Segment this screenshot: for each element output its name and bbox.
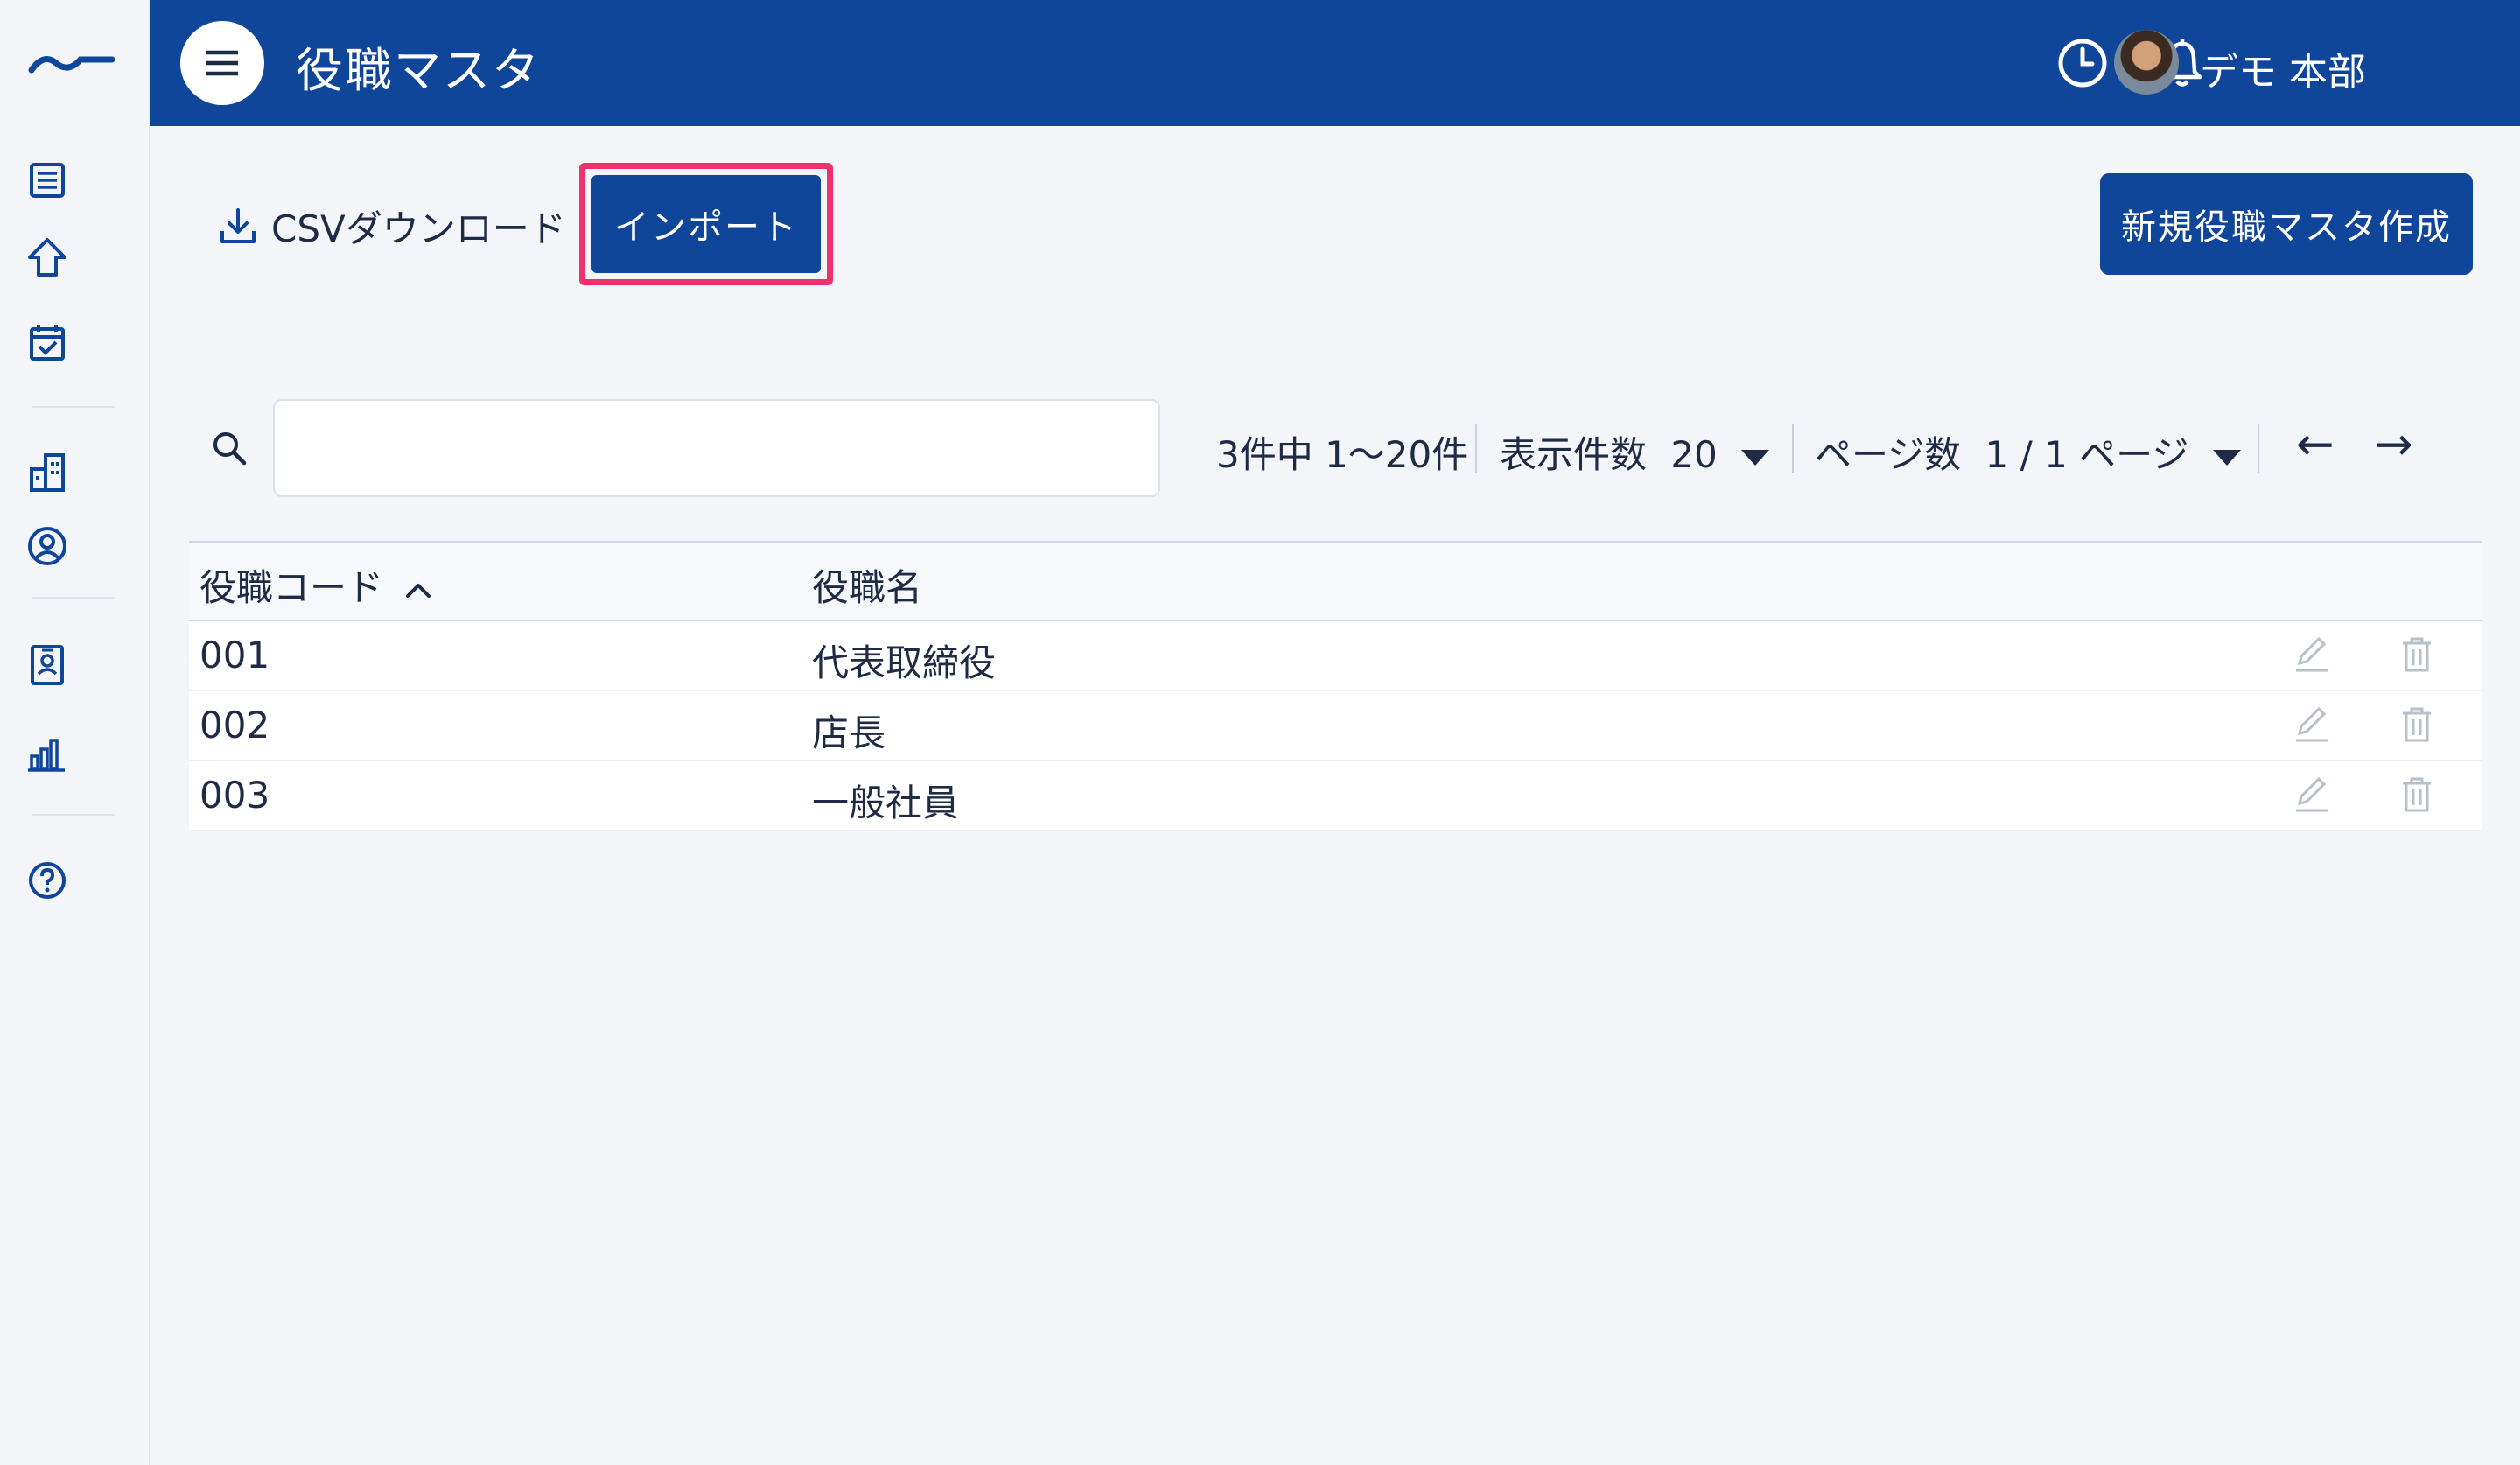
chevron-down-icon bbox=[1741, 449, 1770, 466]
sidebar-divider bbox=[32, 814, 116, 816]
column-header-code[interactable]: 役職コード bbox=[200, 558, 433, 612]
clock-icon[interactable] bbox=[2054, 35, 2110, 91]
menu-button[interactable] bbox=[180, 21, 264, 105]
chevron-down-icon bbox=[2212, 449, 2241, 466]
separator bbox=[1475, 424, 1477, 473]
search-input[interactable] bbox=[273, 399, 1160, 497]
list-icon[interactable] bbox=[24, 158, 70, 203]
import-button[interactable]: インポート bbox=[592, 175, 821, 273]
bar-chart-icon[interactable] bbox=[24, 730, 70, 775]
per-page-select[interactable]: 表示件数 20 bbox=[1500, 425, 1770, 479]
help-icon[interactable] bbox=[24, 858, 70, 903]
page-select[interactable]: ページ数 1 / 1 ページ bbox=[1815, 425, 2241, 479]
edit-icon[interactable] bbox=[2291, 634, 2333, 676]
search-icon bbox=[214, 432, 247, 466]
menu-icon bbox=[206, 50, 238, 76]
user-circle-icon[interactable] bbox=[24, 523, 70, 569]
column-header-name[interactable]: 役職名 bbox=[812, 558, 922, 612]
positions-table: 役職コード 役職名 001 代表取締役 002 店長 003 一般社員 bbox=[189, 541, 2482, 831]
csv-download-label: CSVダウンロード bbox=[271, 207, 566, 250]
sort-asc-icon bbox=[406, 583, 431, 598]
cell-name: 一般社員 bbox=[812, 782, 960, 824]
sidebar-divider bbox=[32, 597, 116, 599]
cell-code: 001 bbox=[200, 634, 270, 676]
app-header: 役職マスタ デモ 本部 bbox=[150, 0, 2520, 126]
cell-code: 003 bbox=[200, 774, 270, 817]
table-row[interactable]: 003 一般社員 bbox=[189, 761, 2482, 831]
trash-icon[interactable] bbox=[2396, 774, 2438, 816]
next-page-button[interactable]: → bbox=[2375, 418, 2413, 471]
per-page-value: 20 bbox=[1670, 433, 1718, 476]
cell-code: 002 bbox=[200, 704, 270, 747]
prev-page-button[interactable]: ← bbox=[2296, 418, 2334, 471]
column-header-code-label: 役職コード bbox=[200, 566, 384, 609]
calendar-check-icon[interactable] bbox=[24, 320, 70, 366]
sidebar-divider bbox=[32, 406, 116, 408]
page-value: 1 / 1 ページ bbox=[1984, 433, 2189, 476]
cell-name: 店長 bbox=[812, 711, 886, 754]
table-row[interactable]: 001 代表取締役 bbox=[189, 621, 2482, 691]
id-card-icon[interactable] bbox=[24, 642, 70, 688]
new-position-button[interactable]: 新規役職マスタ作成 bbox=[2100, 173, 2473, 275]
trash-icon[interactable] bbox=[2396, 704, 2438, 746]
table-row[interactable]: 002 店長 bbox=[189, 691, 2482, 761]
cell-name: 代表取締役 bbox=[812, 641, 997, 684]
home-icon[interactable] bbox=[24, 235, 70, 280]
edit-icon[interactable] bbox=[2291, 704, 2333, 746]
avatar[interactable] bbox=[2114, 30, 2179, 95]
trash-icon[interactable] bbox=[2396, 634, 2438, 676]
table-header: 役職コード 役職名 bbox=[189, 541, 2482, 621]
page-label: ページ数 bbox=[1815, 433, 1962, 476]
building-icon[interactable] bbox=[24, 450, 70, 495]
separator bbox=[2258, 424, 2259, 473]
per-page-label: 表示件数 bbox=[1500, 433, 1648, 476]
result-count: 3件中 1〜20件 bbox=[1216, 433, 1469, 476]
edit-icon[interactable] bbox=[2291, 774, 2333, 816]
csv-download-link[interactable]: CSVダウンロード bbox=[217, 200, 566, 252]
user-name[interactable]: デモ 本部 bbox=[2200, 40, 2366, 96]
page-title: 役職マスタ bbox=[296, 43, 541, 98]
sidebar bbox=[0, 0, 150, 1465]
separator bbox=[1792, 424, 1794, 473]
brand-logo[interactable] bbox=[26, 44, 117, 79]
download-icon bbox=[220, 208, 256, 243]
